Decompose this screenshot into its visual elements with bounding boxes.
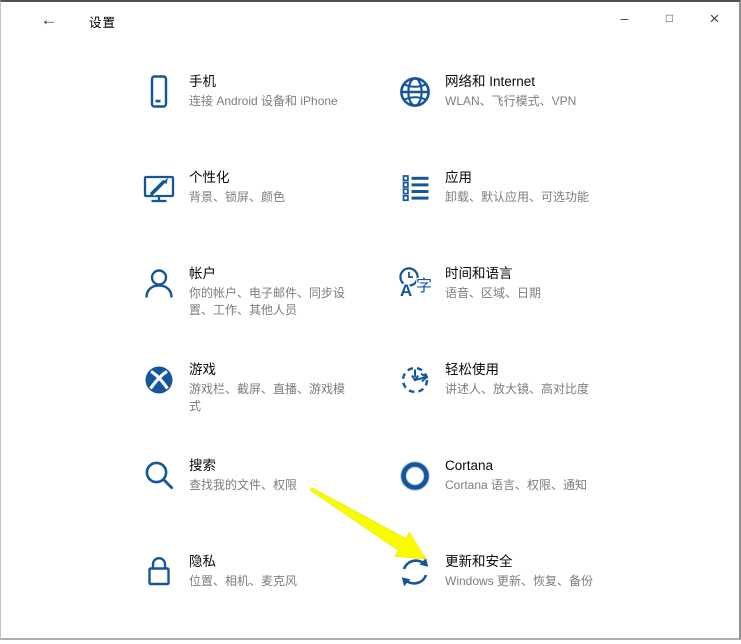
sync-icon (395, 552, 435, 592)
close-button[interactable]: × (692, 2, 737, 35)
tile-update-security[interactable]: 更新和安全 Windows 更新、恢复、备份 (395, 546, 665, 640)
personalization-icon (139, 168, 179, 208)
caption-buttons: – □ × (602, 2, 737, 35)
tile-title: 手机 (189, 73, 338, 90)
tile-title: 个性化 (189, 169, 285, 186)
svg-text:A: A (400, 281, 412, 300)
tile-title: 网络和 Internet (445, 73, 576, 90)
xbox-icon (139, 360, 179, 400)
titlebar: ← 设置 – □ × (1, 2, 739, 38)
tile-personalization[interactable]: 个性化 背景、锁屏、颜色 (139, 162, 395, 258)
window-title: 设置 (89, 12, 116, 31)
tile-search[interactable]: 搜索 查找我的文件、权限 (139, 450, 395, 546)
tile-ease-of-access[interactable]: 轻松使用 讲述人、放大镜、高对比度 (395, 354, 665, 450)
tile-subtitle: 卸载、默认应用、可选功能 (445, 189, 589, 206)
tile-subtitle: Cortana 语言、权限、通知 (445, 477, 587, 494)
apps-list-icon (395, 168, 435, 208)
tile-title: 帐户 (189, 265, 355, 282)
cortana-ring-icon (395, 456, 435, 496)
person-icon (139, 264, 179, 304)
svg-text:字: 字 (416, 277, 432, 295)
ease-of-access-icon (395, 360, 435, 400)
tile-subtitle: 你的帐户、电子邮件、同步设置、工作、其他人员 (189, 285, 355, 319)
tile-subtitle: 讲述人、放大镜、高对比度 (445, 381, 589, 398)
tile-gaming[interactable]: 游戏 游戏栏、截屏、直播、游戏模式 (139, 354, 395, 450)
tile-subtitle: Windows 更新、恢复、备份 (445, 573, 593, 590)
minimize-button[interactable]: – (602, 2, 647, 35)
lock-icon (139, 552, 179, 592)
tile-cortana[interactable]: Cortana Cortana 语言、权限、通知 (395, 450, 665, 546)
tile-subtitle: 位置、相机、麦克风 (189, 573, 297, 590)
tile-phone[interactable]: 手机 连接 Android 设备和 iPhone (139, 66, 395, 162)
tile-title: Cortana (445, 457, 587, 474)
phone-icon (139, 72, 179, 112)
tile-time-language[interactable]: A字 时间和语言 语音、区域、日期 (395, 258, 665, 354)
tile-title: 隐私 (189, 553, 297, 570)
tile-title: 轻松使用 (445, 361, 589, 378)
tile-privacy[interactable]: 隐私 位置、相机、麦克风 (139, 546, 395, 640)
tile-title: 游戏 (189, 361, 355, 378)
tile-title: 搜索 (189, 457, 297, 474)
tile-apps[interactable]: 应用 卸载、默认应用、可选功能 (395, 162, 665, 258)
tile-subtitle: 背景、锁屏、颜色 (189, 189, 285, 206)
tile-network[interactable]: 网络和 Internet WLAN、飞行模式、VPN (395, 66, 665, 162)
tile-subtitle: WLAN、飞行模式、VPN (445, 93, 576, 110)
globe-icon (395, 72, 435, 112)
search-icon (139, 456, 179, 496)
settings-window: ← 设置 – □ × 手机 连接 Android 设备和 iPhone 网络和 (0, 0, 741, 640)
tile-title: 应用 (445, 169, 589, 186)
tile-accounts[interactable]: 帐户 你的帐户、电子邮件、同步设置、工作、其他人员 (139, 258, 395, 354)
tile-subtitle: 查找我的文件、权限 (189, 477, 297, 494)
back-button[interactable]: ← (35, 7, 63, 33)
settings-tile-grid: 手机 连接 Android 设备和 iPhone 网络和 Internet WL… (139, 66, 665, 640)
maximize-button[interactable]: □ (647, 2, 692, 35)
tile-subtitle: 游戏栏、截屏、直播、游戏模式 (189, 381, 355, 415)
tile-title: 时间和语言 (445, 265, 541, 282)
tile-subtitle: 连接 Android 设备和 iPhone (189, 93, 338, 110)
clock-language-icon: A字 (395, 264, 435, 304)
tile-subtitle: 语音、区域、日期 (445, 285, 541, 302)
tile-title: 更新和安全 (445, 553, 593, 570)
